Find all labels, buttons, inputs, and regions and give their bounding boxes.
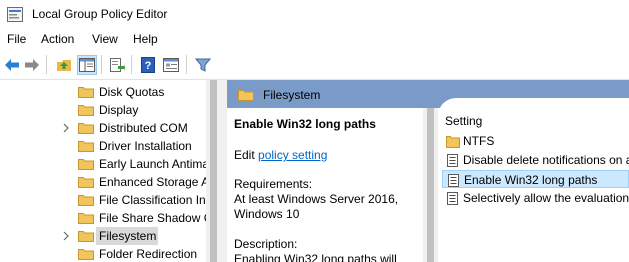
tree-item-label: Folder Redirection	[99, 247, 198, 261]
toolbar-separator	[131, 55, 132, 74]
folder-icon	[78, 87, 94, 98]
settings-list: Setting NTFS Disable delete notifications…	[438, 98, 629, 262]
tree-item[interactable]: Driver Installation	[0, 137, 206, 155]
setting-row-label: Selectively allow the evaluation of a sy…	[463, 191, 629, 205]
edit-prefix: Edit	[234, 148, 255, 162]
tree-item-label: Display	[99, 103, 139, 117]
folder-icon	[78, 213, 94, 224]
menu-bar: File Action View Help	[0, 30, 629, 50]
folder-icon	[238, 90, 254, 101]
tree-item[interactable]: Filesystem	[0, 227, 206, 245]
export-list-button[interactable]	[107, 55, 127, 75]
menu-help[interactable]: Help	[133, 32, 158, 46]
description-scrollbar[interactable]	[423, 108, 438, 262]
folder-icon	[78, 177, 94, 188]
setting-row-label: NTFS	[463, 134, 495, 148]
setting-row[interactable]: Selectively allow the evaluation of a sy…	[442, 189, 629, 207]
folder-icon	[78, 159, 94, 170]
filter-button[interactable]	[193, 55, 213, 75]
tree-item[interactable]: Early Launch Antimalware	[0, 155, 206, 173]
svg-text:?: ?	[145, 60, 152, 72]
description-label: Description:	[234, 237, 298, 251]
up-one-level-button[interactable]	[54, 55, 74, 75]
setting-column-header[interactable]: Setting	[445, 114, 482, 128]
up-folder-icon	[57, 60, 71, 71]
policy-setting-icon	[447, 192, 458, 205]
chevron-right-icon[interactable]	[61, 231, 71, 241]
tree-scrollbar[interactable]	[206, 80, 221, 262]
tree-item[interactable]: File Classification Infrastructure	[0, 191, 206, 209]
setting-row[interactable]: Disable delete notifications on all volu…	[442, 151, 629, 169]
window-title: Local Group Policy Editor	[32, 7, 168, 21]
show-hide-tree-icon	[79, 58, 95, 72]
setting-row[interactable]: NTFS	[442, 132, 629, 150]
group-policy-app-icon	[7, 7, 23, 22]
tree-item[interactable]: Distributed COM	[0, 119, 206, 137]
policy-setting-icon	[448, 174, 459, 187]
tree-item-label: File Share Shadow Copy Provider	[99, 211, 206, 225]
properties-button[interactable]	[161, 55, 181, 75]
folder-icon	[78, 105, 94, 116]
tree-item-label: Early Launch Antimalware	[99, 157, 206, 171]
toolbar: ?	[0, 50, 629, 79]
tree-item-label: File Classification Infrastructure	[99, 193, 206, 207]
folder-icon	[78, 249, 94, 260]
setting-title: Enable Win32 long paths	[234, 117, 376, 131]
toolbar-separator	[186, 55, 187, 74]
menu-file[interactable]: File	[7, 32, 26, 46]
menu-action[interactable]: Action	[41, 32, 74, 46]
requirements-label: Requirements:	[234, 177, 313, 191]
details-header-title: Filesystem	[263, 88, 321, 102]
chevron-right-icon[interactable]	[61, 123, 71, 133]
folder-icon	[78, 141, 94, 152]
title-bar: Local Group Policy Editor	[0, 0, 629, 30]
tree-item-label: Filesystem	[99, 229, 157, 243]
forward-icon	[25, 59, 39, 71]
back-button[interactable]	[2, 55, 22, 75]
tree-item[interactable]: Display	[0, 101, 206, 119]
properties-icon	[163, 58, 179, 72]
tree-item-label: Distributed COM	[99, 121, 188, 135]
tree-item-label: Enhanced Storage Access	[99, 175, 206, 189]
tree-item-label: Disk Quotas	[99, 85, 165, 99]
setting-row-label: Enable Win32 long paths	[464, 173, 598, 187]
toolbar-separator	[46, 55, 47, 74]
help-button[interactable]: ?	[138, 55, 158, 75]
requirements-value: At least Windows Server 2016, Windows 10	[234, 192, 399, 221]
navigation-tree: Disk Quotas Display Distributed COM Driver …	[0, 80, 221, 262]
setting-row[interactable]: Enable Win32 long paths	[442, 170, 629, 188]
tree-item[interactable]: Enhanced Storage Access	[0, 173, 206, 191]
tree-item-label: Driver Installation	[99, 139, 192, 153]
extended-description-panel: Enable Win32 long paths Edit policy sett…	[227, 108, 423, 262]
show-hide-tree-button[interactable]	[77, 55, 97, 75]
tree-scrollbar-thumb[interactable]	[210, 80, 217, 262]
filter-icon	[195, 58, 211, 72]
tree-item[interactable]: Disk Quotas	[0, 83, 206, 101]
description-scrollbar-thumb[interactable]	[427, 108, 434, 262]
menu-view[interactable]: View	[92, 32, 118, 46]
details-pane: Filesystem Enable Win32 long paths Edit …	[227, 80, 629, 262]
policy-setting-link[interactable]: policy setting	[258, 148, 327, 162]
forward-button[interactable]	[22, 55, 42, 75]
edit-policy-line: Edit policy setting	[234, 148, 327, 162]
setting-row-label: Disable delete notifications on all volu…	[463, 153, 629, 167]
tree-item[interactable]: File Share Shadow Copy Provider	[0, 209, 206, 227]
folder-icon	[78, 231, 94, 242]
export-list-icon	[110, 58, 125, 72]
tree-item[interactable]: Folder Redirection	[0, 245, 206, 262]
toolbar-separator	[101, 55, 102, 74]
description-text: Enabling Win32 long paths will	[234, 252, 397, 262]
folder-icon	[78, 195, 94, 206]
back-icon	[5, 59, 19, 71]
help-icon: ?	[141, 57, 155, 73]
policy-setting-icon	[447, 154, 458, 167]
folder-icon	[446, 136, 460, 148]
folder-icon	[78, 123, 94, 134]
